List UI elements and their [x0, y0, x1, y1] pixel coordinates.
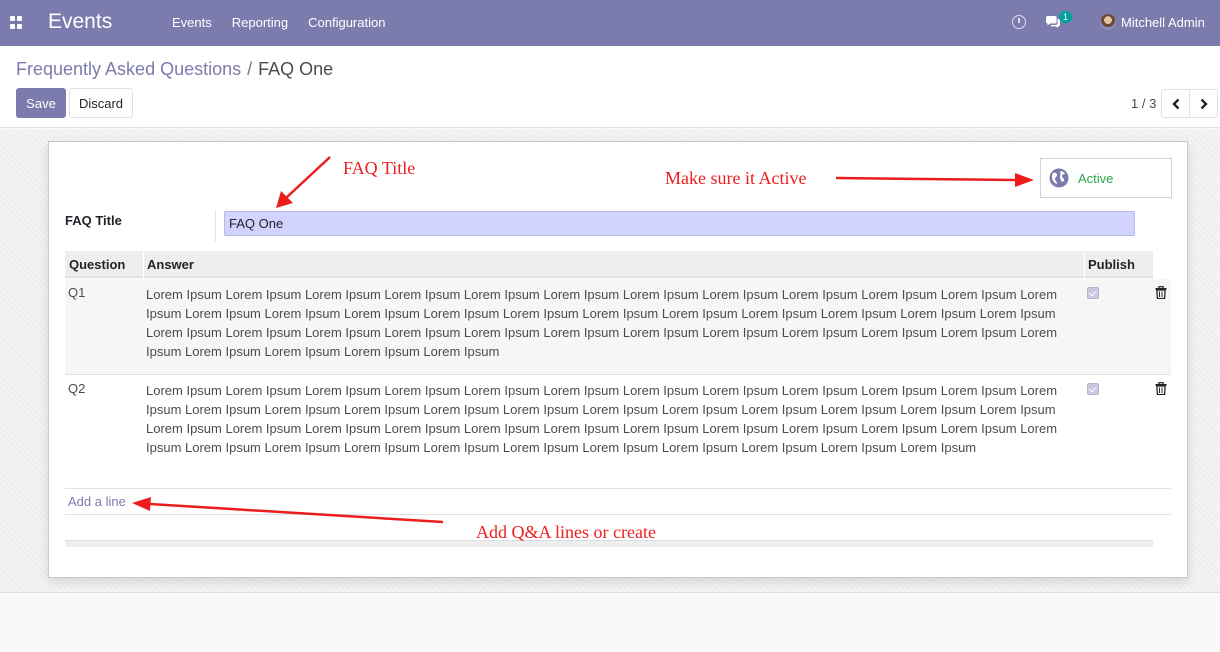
- menu-item-configuration[interactable]: Configuration: [308, 15, 385, 30]
- chevron-left-icon: [1171, 98, 1179, 109]
- field-divider: [215, 210, 216, 242]
- chevron-right-icon: [1200, 98, 1208, 109]
- pager-previous-button[interactable]: [1161, 89, 1190, 118]
- table-row[interactable]: Q1 Lorem Ipsum Lorem Ipsum Lorem Ipsum L…: [65, 279, 1171, 375]
- clock-icon[interactable]: [1012, 15, 1026, 29]
- breadcrumb-parent[interactable]: Frequently Asked Questions: [16, 59, 241, 79]
- answer-cell[interactable]: Lorem Ipsum Lorem Ipsum Lorem Ipsum Lore…: [146, 285, 1071, 361]
- column-divider: [143, 251, 144, 278]
- breadcrumb-separator: /: [247, 59, 253, 79]
- qa-table-header: Question Answer Publish: [65, 251, 1153, 278]
- chat-badge: 1: [1059, 11, 1073, 23]
- main-menu: Events Reporting Configuration: [172, 15, 405, 30]
- question-cell[interactable]: Q2: [68, 381, 85, 396]
- menu-item-reporting[interactable]: Reporting: [232, 15, 288, 30]
- pager-value[interactable]: 1 / 3: [1131, 96, 1156, 111]
- faq-title-label: FAQ Title: [65, 213, 122, 228]
- column-header-publish[interactable]: Publish: [1088, 257, 1135, 272]
- add-line-row: Add a line: [65, 489, 1171, 515]
- publish-checkbox[interactable]: [1087, 287, 1099, 299]
- menu-item-events[interactable]: Events: [172, 15, 212, 30]
- add-line-link[interactable]: Add a line: [68, 494, 126, 509]
- column-header-question[interactable]: Question: [69, 257, 125, 272]
- breadcrumb: Frequently Asked Questions / FAQ One: [16, 59, 333, 80]
- answer-cell[interactable]: Lorem Ipsum Lorem Ipsum Lorem Ipsum Lore…: [146, 381, 1071, 457]
- annotation-faq-title: FAQ Title: [343, 158, 416, 178]
- column-header-answer[interactable]: Answer: [147, 257, 194, 272]
- app-title[interactable]: Events: [48, 10, 112, 34]
- breadcrumb-current: FAQ One: [258, 59, 334, 79]
- faq-title-input[interactable]: [224, 211, 1135, 236]
- trash-icon[interactable]: [1155, 286, 1167, 299]
- question-cell[interactable]: Q1: [68, 285, 85, 300]
- top-navbar: Events Events Reporting Configuration 1 …: [0, 0, 1220, 46]
- avatar[interactable]: [1100, 14, 1116, 30]
- page-bottom: [0, 592, 1220, 652]
- annotation-active: Make sure it Active: [665, 168, 807, 188]
- apps-icon[interactable]: [10, 16, 23, 29]
- pager-next-button[interactable]: [1189, 89, 1218, 118]
- column-divider: [1084, 251, 1085, 278]
- discard-button[interactable]: Discard: [69, 88, 133, 118]
- annotation-add-lines: Add Q&A lines or create: [476, 522, 656, 542]
- user-menu[interactable]: Mitchell Admin: [1121, 15, 1205, 30]
- table-row[interactable]: Q2 Lorem Ipsum Lorem Ipsum Lorem Ipsum L…: [65, 375, 1171, 489]
- trash-icon[interactable]: [1155, 382, 1167, 395]
- globe-icon: [1049, 168, 1069, 188]
- active-status-label: Active: [1078, 171, 1114, 186]
- control-panel: Frequently Asked Questions / FAQ One Save …: [0, 46, 1220, 128]
- publish-checkbox[interactable]: [1087, 383, 1099, 395]
- save-button[interactable]: Save: [16, 88, 66, 118]
